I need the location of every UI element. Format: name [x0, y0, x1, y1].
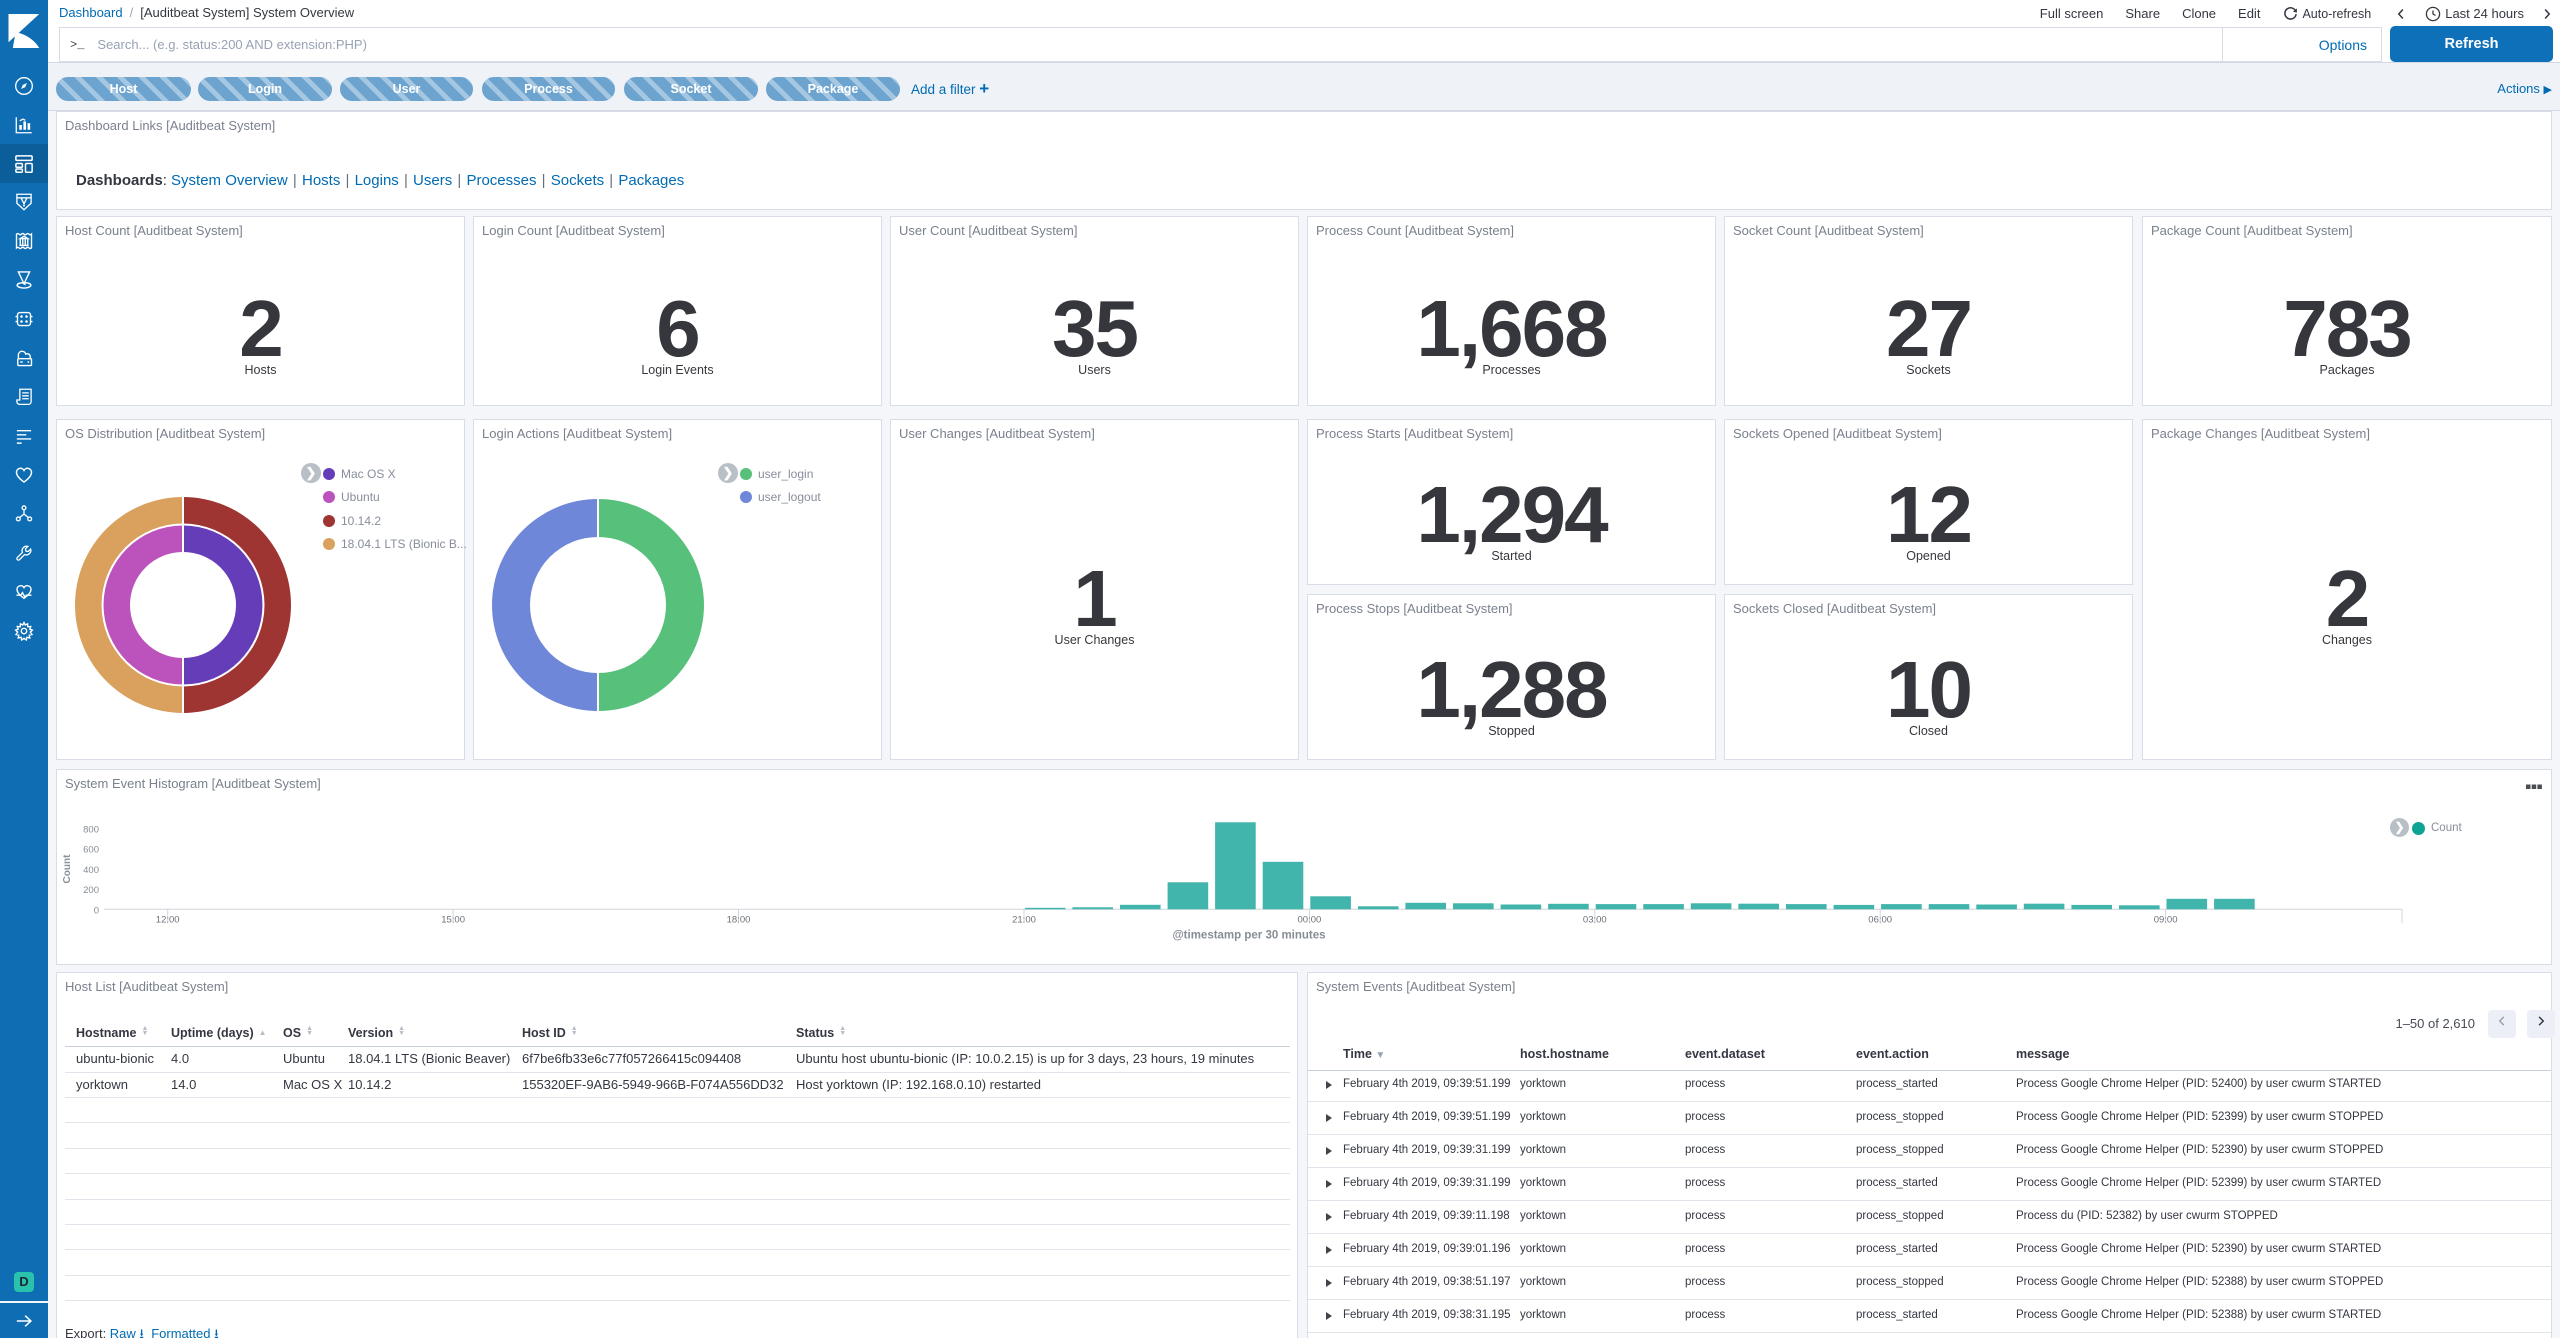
svg-text:03:00: 03:00: [1583, 915, 1607, 926]
svg-text:800: 800: [83, 824, 99, 835]
svg-text:@timestamp per 30 minutes: @timestamp per 30 minutes: [1172, 930, 1325, 942]
svg-text:15:00: 15:00: [441, 915, 465, 926]
svg-text:Count: Count: [62, 854, 73, 884]
svg-text:00:00: 00:00: [1298, 915, 1322, 926]
svg-text:21:00: 21:00: [1012, 915, 1036, 926]
svg-text:600: 600: [83, 845, 99, 856]
svg-text:200: 200: [83, 885, 99, 896]
svg-text:0: 0: [94, 905, 99, 916]
svg-text:06:00: 06:00: [1868, 915, 1892, 926]
svg-text:18:00: 18:00: [727, 915, 751, 926]
svg-text:400: 400: [83, 865, 99, 876]
svg-text:09:00: 09:00: [2154, 915, 2178, 926]
svg-text:12:00: 12:00: [156, 915, 180, 926]
